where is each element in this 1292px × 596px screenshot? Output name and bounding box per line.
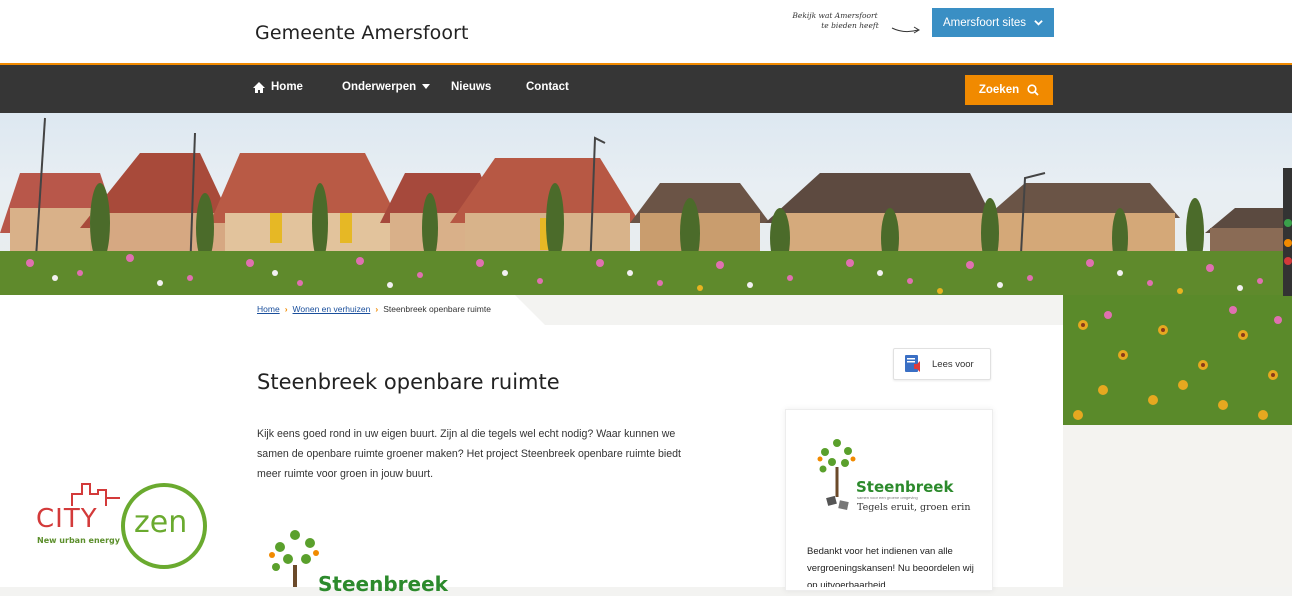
hero-image-continuation	[1063, 295, 1292, 425]
handnote-line-2: te bieden heeft	[821, 21, 879, 30]
steenbreek-logo-large-title: Steenbreek	[318, 572, 448, 596]
search-button[interactable]: Zoeken	[965, 75, 1053, 105]
nav-contact-label: Contact	[526, 81, 569, 93]
search-icon	[1027, 84, 1039, 96]
handnote-line-1: Bekijk wat Amersfoort	[792, 11, 878, 20]
read-aloud-button[interactable]: Lees voor	[893, 348, 991, 380]
site-logo[interactable]: Gemeente Amersfoort	[255, 22, 469, 44]
caret-down-icon	[422, 84, 431, 89]
breadcrumb-separator-icon: ›	[375, 304, 379, 314]
nav-nieuws[interactable]: Nieuws	[451, 81, 491, 93]
amersfoort-sites-button[interactable]: Amersfoort sites	[932, 8, 1054, 37]
hero-houses-illustration	[0, 117, 1292, 295]
cityzen-zen-text: zen	[134, 505, 188, 540]
nav-home[interactable]: Home	[253, 81, 303, 93]
main-navigation: Home Onderwerpen Nieuws Contact Zoeken	[0, 63, 1292, 113]
feedback-icons	[1284, 219, 1292, 265]
read-aloud-label: Lees voor	[932, 358, 974, 370]
breadcrumb: Home › Wonen en verhuizen › Steenbreek o…	[257, 304, 491, 314]
chevron-down-icon	[1034, 20, 1043, 26]
hero-image	[0, 113, 1292, 295]
handwritten-note: Bekijk wat Amersfoort te bieden heeft	[780, 11, 890, 31]
breadcrumb-separator-icon: ›	[284, 304, 288, 314]
cityzen-city-text: CITY	[36, 504, 98, 534]
home-icon	[253, 81, 265, 93]
speaker-icon	[905, 355, 920, 372]
intro-text: Kijk eens goed rond in uw eigen buurt. Z…	[257, 428, 682, 480]
nav-nieuws-label: Nieuws	[451, 81, 492, 93]
breadcrumb-current: Steenbreek openbare ruimte	[383, 304, 491, 314]
cityzen-subtitle: New urban energy	[37, 536, 120, 545]
page-title: Steenbreek openbare ruimte	[257, 370, 560, 394]
right-panel	[1063, 425, 1292, 587]
hand-arrow-icon	[891, 26, 920, 34]
search-button-label: Zoeken	[978, 84, 1020, 96]
sites-button-label: Amersfoort sites	[942, 16, 1027, 29]
steenbreek-tagline: Tegels eruit, groen erin	[857, 502, 971, 513]
nav-home-label: Home	[271, 81, 303, 93]
nav-onderwerpen-label: Onderwerpen	[342, 81, 417, 93]
breadcrumb-background	[0, 295, 545, 325]
breadcrumb-wonen[interactable]: Wonen en verhuizen	[293, 304, 371, 314]
breadcrumb-home[interactable]: Home	[257, 304, 280, 314]
steenbreek-logo-small: samen voor een groene omgeving	[857, 495, 918, 500]
nav-contact[interactable]: Contact	[526, 81, 569, 93]
side-card-text: Bedankt voor het indienen van alle vergr…	[807, 546, 974, 587]
feedback-side-tab[interactable]	[1283, 168, 1292, 296]
steenbreek-logo-title: Steenbreek	[856, 478, 954, 496]
nav-onderwerpen[interactable]: Onderwerpen	[342, 81, 431, 93]
top-header: Gemeente Amersfoort Bekijk wat Amersfoor…	[0, 0, 1292, 63]
flower-meadow-illustration	[1063, 295, 1292, 425]
